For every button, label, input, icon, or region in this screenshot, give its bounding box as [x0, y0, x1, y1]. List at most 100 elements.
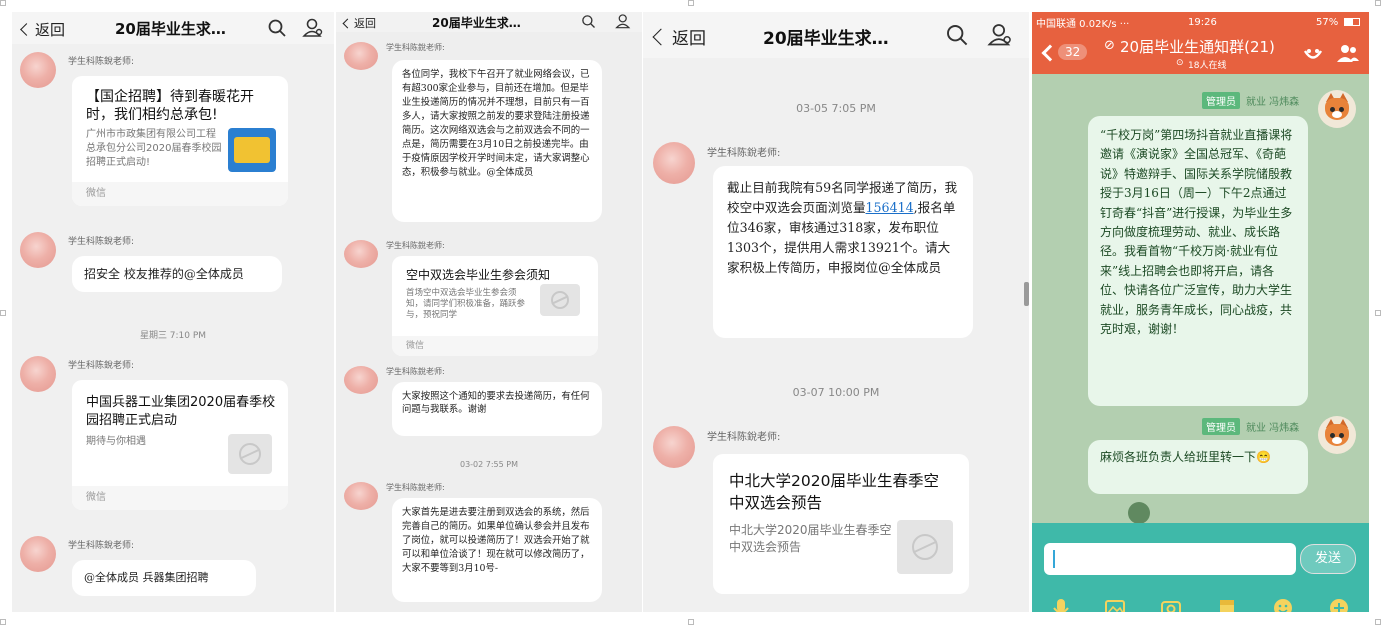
sender-name: 学生科陈銳老师: — [386, 483, 445, 492]
card-title: 空中双选会毕业生参会须知 — [406, 268, 551, 282]
link-card[interactable]: 中北大学2020届毕业生春季空中双选会预告 中北大学2020届毕业生春季空中双选… — [713, 454, 969, 594]
link-card[interactable]: 空中双选会毕业生参会须知 首场空中双选会毕业生参会须知，请同学们积极准备，踊跃参… — [392, 256, 598, 356]
microphone-icon[interactable] — [1050, 597, 1072, 612]
back-label: 返回 — [35, 21, 66, 39]
message-bubble[interactable]: 招安全 校友推荐的@全体成员 — [72, 256, 282, 292]
status-time: 19:26 — [1188, 16, 1217, 28]
status-bar: 中国联通 0.02K/s ··· 19:26 57% — [1032, 12, 1369, 32]
back-label: 返回 — [672, 29, 706, 49]
unread-badge[interactable]: 32 — [1058, 44, 1088, 60]
sender-name: 就业 冯炜森 — [1246, 97, 1300, 108]
file-icon[interactable] — [1216, 597, 1238, 612]
sender-name: 就业 冯炜森 — [1246, 423, 1300, 434]
card-thumbnail — [897, 520, 953, 574]
avatar[interactable] — [20, 52, 56, 88]
message-bubble[interactable]: 截止目前我院有59名同学报递了简历，我校空中双选会页面浏览量156414,报名单… — [713, 166, 973, 338]
emoji-icon[interactable] — [1272, 597, 1294, 612]
chat-screenshot-1: 返回 20届毕业生求… 学生科陈銳老师: 【国企招聘】待到春暖花开时，我们相约总… — [12, 12, 334, 612]
card-title: 中国兵器工业集团2020届春季校园招聘正式启动 — [86, 395, 276, 428]
sender-name: 学生科陈銳老师: — [386, 241, 445, 250]
search-icon[interactable] — [581, 14, 596, 29]
message-bubble[interactable]: @全体成员 兵器集团招聘 — [72, 560, 256, 596]
selection-handle — [1375, 0, 1381, 6]
timestamp: 星期三 7:10 PM — [139, 331, 207, 341]
image-icon[interactable] — [1104, 597, 1126, 612]
message-bubble[interactable]: 大家首先是进去要注册到双选会的系统，然后完善自己的简历。如果单位确认参会并且发布… — [392, 498, 602, 602]
battery-icon — [1344, 18, 1360, 26]
message-bubble[interactable]: “千校万岗”第四场抖音就业直播课将邀请《演说家》全国总冠军、《奇葩说》特邀辩手、… — [1088, 116, 1308, 406]
chevron-left-icon[interactable] — [1041, 44, 1059, 62]
group-members-icon[interactable] — [615, 13, 632, 30]
text-caret — [1053, 550, 1055, 568]
admin-badge: 管理员 — [1202, 418, 1240, 435]
avatar[interactable] — [1318, 90, 1356, 128]
link-icon: ⊘ — [1104, 38, 1115, 53]
clock-icon: ⊙ — [1176, 58, 1184, 68]
sender-name: 学生科陈銳老师: — [68, 57, 135, 67]
message-bubble[interactable]: 大家按照这个通知的要求去投递简历，有任何问题与我联系。谢谢 — [392, 382, 602, 436]
avatar[interactable] — [344, 240, 378, 268]
group-title: 20届毕业生通知群(21) — [1120, 38, 1275, 56]
group-members-icon[interactable] — [987, 22, 1013, 48]
plant-decoration — [1128, 502, 1150, 524]
card-title: 【国企招聘】待到春暖花开时，我们相约总承包! — [86, 89, 254, 123]
nav-bar: 返回 20届毕业生求… — [12, 12, 334, 44]
back-button[interactable]: 返回 — [652, 24, 706, 49]
chevron-left-icon — [652, 28, 670, 45]
avatar[interactable] — [20, 356, 56, 392]
avatar[interactable] — [344, 482, 378, 510]
search-icon[interactable] — [945, 23, 969, 47]
chat-title: 20届毕业生求… — [115, 20, 226, 38]
back-button[interactable]: 返回 — [342, 15, 376, 31]
card-subtitle: 广州市市政集团有限公司工程总承包分公司2020届春季校园招聘正式启动! — [86, 129, 222, 168]
scrollbar-thumb[interactable] — [1024, 282, 1029, 306]
group-members-icon[interactable] — [1336, 42, 1360, 64]
camera-icon[interactable] — [1160, 597, 1182, 612]
timestamp: 03-02 7:55 PM — [459, 460, 519, 469]
avatar[interactable] — [344, 42, 378, 70]
card-subtitle: 首场空中双选会毕业生参会须知，请同学们积极准备，踊跃参与，预祝同学 — [406, 288, 526, 320]
avatar[interactable] — [653, 142, 695, 184]
message-link[interactable]: 156414 — [866, 200, 914, 215]
plus-icon[interactable] — [1328, 597, 1350, 612]
message-bubble[interactable]: 麻烦各班负责人给班里转一下😁 — [1088, 440, 1308, 494]
selection-handle — [688, 0, 694, 6]
sender-name: 学生科陈銳老师: — [707, 432, 781, 443]
card-source: 微信 — [392, 336, 598, 356]
avatar[interactable] — [1318, 416, 1356, 454]
battery-percent: 57% — [1316, 16, 1339, 28]
card-thumbnail — [540, 284, 580, 316]
group-app-icon[interactable] — [1302, 42, 1324, 64]
card-source: 微信 — [72, 182, 288, 206]
link-card[interactable]: 【国企招聘】待到春暖花开时，我们相约总承包! 广州市市政集团有限公司工程总承包分… — [72, 76, 288, 206]
avatar[interactable] — [344, 366, 378, 394]
card-subtitle: 中北大学2020届毕业生春季空中双选会预告 — [729, 523, 892, 554]
timestamp: 03-05 7:05 PM — [796, 102, 876, 115]
back-button[interactable]: 返回 — [20, 19, 66, 40]
chat-screenshot-2: 返回 20届毕业生求… 学生科陈銳老师: 各位同学，我校下午召开了就业网络会议，… — [336, 12, 642, 612]
avatar[interactable] — [20, 536, 56, 572]
avatar[interactable] — [20, 232, 56, 268]
chevron-left-icon — [342, 18, 353, 28]
group-members-icon[interactable] — [302, 17, 324, 39]
send-button[interactable]: 发送 — [1300, 544, 1356, 574]
group-header: 32 ⊘ 20届毕业生通知群(21) ⊙ 18人在线 — [1032, 32, 1369, 74]
card-source: 微信 — [72, 486, 288, 510]
selection-handle — [1375, 619, 1381, 625]
selection-handle — [0, 0, 6, 6]
selection-handle — [1375, 310, 1381, 316]
chat-title: 20届毕业生求… — [763, 29, 889, 49]
selection-handle — [688, 619, 694, 625]
card-thumbnail — [228, 434, 272, 474]
chevron-left-icon — [20, 23, 33, 36]
nav-bar: 返回 20届毕业生求… — [643, 12, 1029, 58]
link-card[interactable]: 中国兵器工业集团2020届春季校园招聘正式启动 期待与你相遇 微信 — [72, 380, 288, 510]
avatar[interactable] — [653, 426, 695, 468]
selection-handle — [0, 310, 6, 316]
message-bubble[interactable]: 各位同学，我校下午召开了就业网络会议，已有超300家企业参与，目前还在增加。但是… — [392, 60, 602, 222]
card-title: 中北大学2020届毕业生春季空中双选会预告 — [729, 472, 939, 512]
message-input[interactable] — [1044, 543, 1296, 575]
sender-name: 学生科陈銳老师: — [386, 43, 445, 52]
chat-title: 20届毕业生求… — [432, 16, 521, 30]
search-icon[interactable] — [267, 18, 287, 38]
